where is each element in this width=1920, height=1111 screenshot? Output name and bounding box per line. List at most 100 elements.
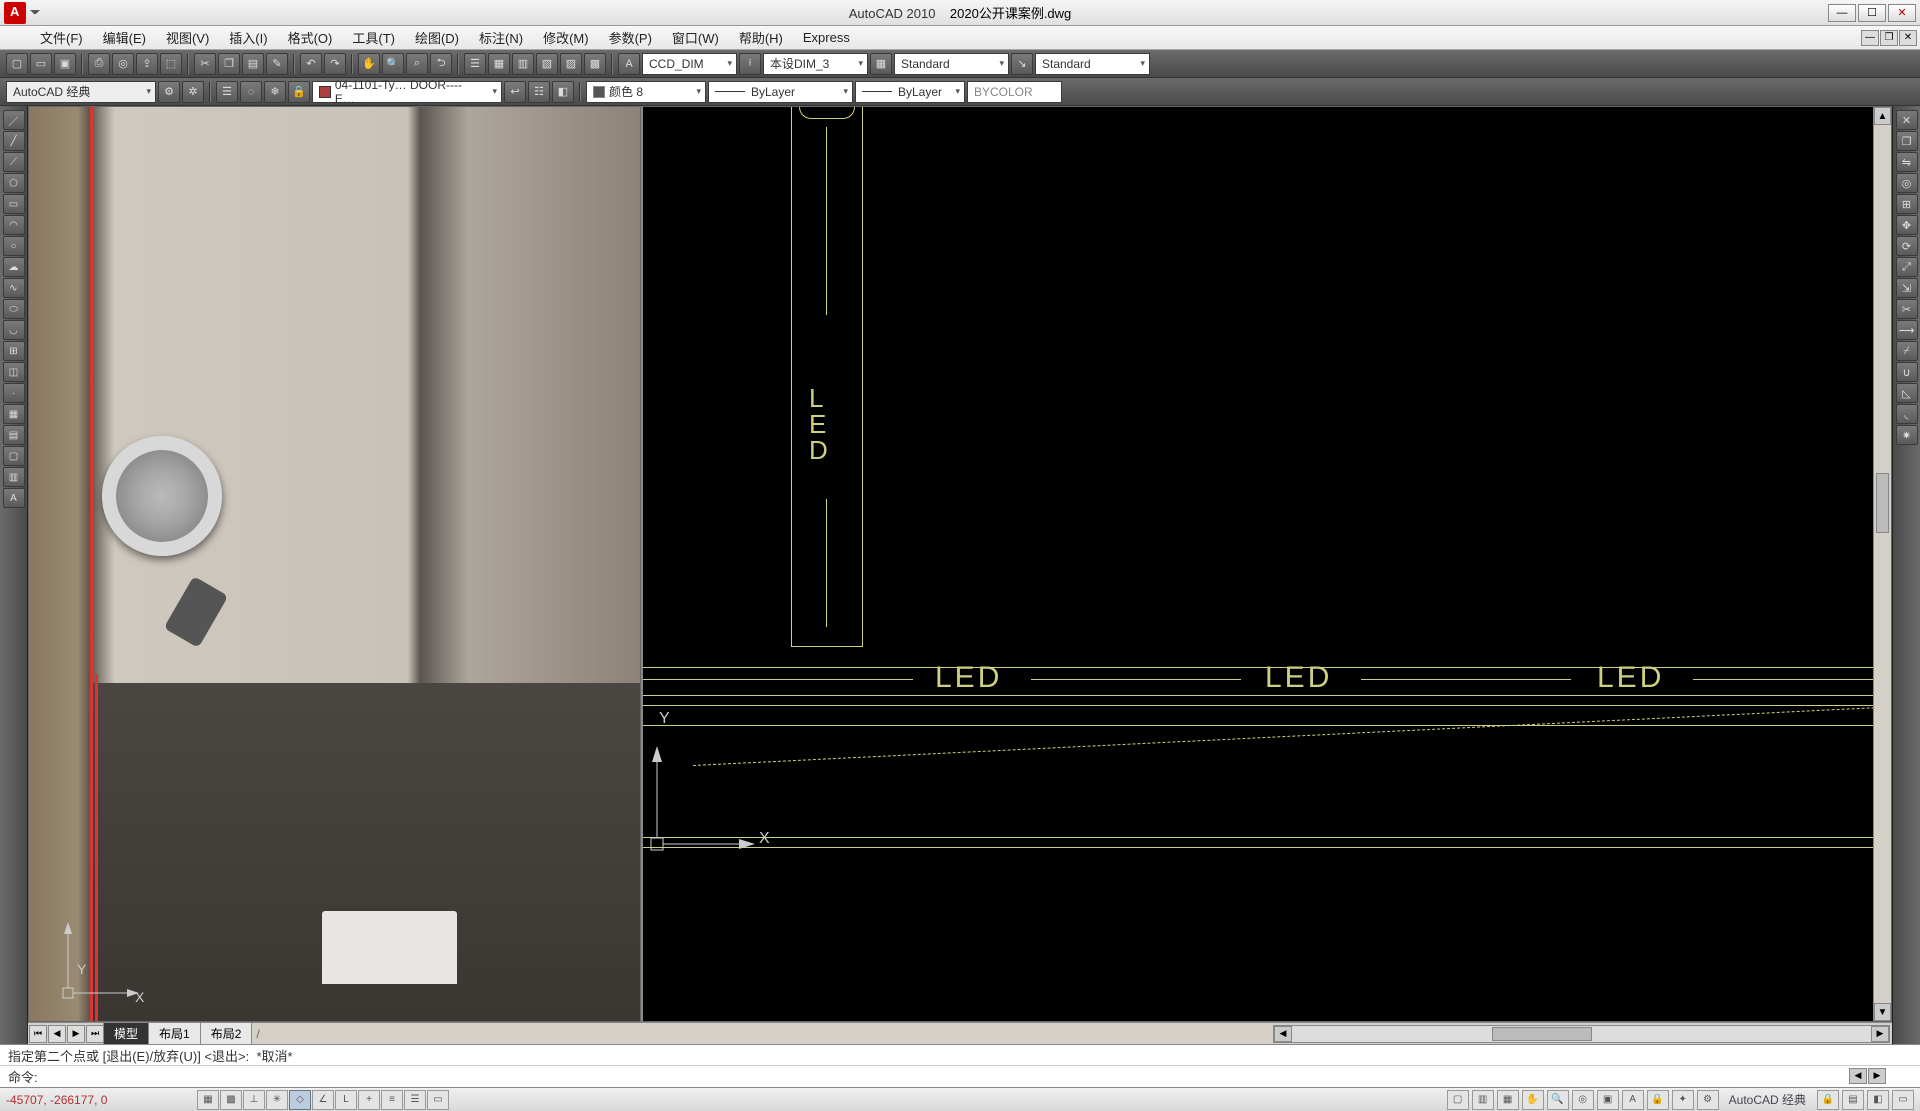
- polygon-icon[interactable]: ⬠: [3, 173, 25, 193]
- workspace-status-label[interactable]: AutoCAD 经典: [1721, 1091, 1814, 1108]
- menu-help[interactable]: 帮助(H): [729, 25, 793, 50]
- preview-icon[interactable]: ◎: [112, 53, 134, 75]
- undo-icon[interactable]: ↶: [300, 53, 322, 75]
- layer-dropdown[interactable]: 04-1101-Ty… DOOR---- E…: [312, 81, 502, 103]
- table-draw-icon[interactable]: ▥: [3, 467, 25, 487]
- publish-icon[interactable]: ⇪: [136, 53, 158, 75]
- menu-dimension[interactable]: 标注(N): [469, 25, 533, 50]
- annoscale-lock-icon[interactable]: 🔒: [1647, 1090, 1669, 1110]
- tab-last-button[interactable]: ⏭: [86, 1025, 104, 1043]
- tab-layout1[interactable]: 布局1: [148, 1022, 201, 1045]
- viewport-scrollbar-vertical[interactable]: ▲ ▼: [1873, 107, 1891, 1021]
- menu-format[interactable]: 格式(O): [278, 25, 343, 50]
- zoom-rt-icon[interactable]: 🔍: [382, 53, 404, 75]
- menu-insert[interactable]: 插入(I): [219, 25, 277, 50]
- quickcalc-icon[interactable]: ▩: [584, 53, 606, 75]
- layer-prev-icon[interactable]: ↩: [504, 81, 526, 103]
- revcloud-icon[interactable]: ☁: [3, 257, 25, 277]
- quickview-layouts-icon[interactable]: ▥: [1472, 1090, 1494, 1110]
- offset-icon[interactable]: ◎: [1896, 173, 1918, 193]
- rectangle-icon[interactable]: ▭: [3, 194, 25, 214]
- join-icon[interactable]: ∪: [1896, 362, 1918, 382]
- layer-lock-icon[interactable]: 🔒: [288, 81, 310, 103]
- plot-icon[interactable]: ⎙: [88, 53, 110, 75]
- paste-icon[interactable]: ▤: [242, 53, 264, 75]
- tab-model[interactable]: 模型: [103, 1022, 149, 1045]
- ducs-toggle[interactable]: L: [335, 1090, 357, 1110]
- pan-icon[interactable]: ✋: [358, 53, 380, 75]
- menu-window[interactable]: 窗口(W): [662, 25, 729, 50]
- fillet-icon[interactable]: ◟: [1896, 404, 1918, 424]
- properties-icon[interactable]: ☰: [464, 53, 486, 75]
- ellipse-icon[interactable]: ⬭: [3, 299, 25, 319]
- trim-icon[interactable]: ✂: [1896, 299, 1918, 319]
- menu-modify[interactable]: 修改(M): [533, 25, 599, 50]
- scroll-thumb[interactable]: [1876, 473, 1889, 533]
- layer-state-icon[interactable]: ☷: [528, 81, 550, 103]
- dim-icon[interactable]: ⟊: [739, 53, 761, 75]
- quickview-drawings-icon[interactable]: ▦: [1497, 1090, 1519, 1110]
- hardware-accel-icon[interactable]: ▤: [1842, 1090, 1864, 1110]
- textstyle-dropdown[interactable]: Standard: [894, 53, 1009, 75]
- gradient-icon[interactable]: ▤: [3, 425, 25, 445]
- zoom-win-icon[interactable]: ⌕: [406, 53, 428, 75]
- sheetset-icon[interactable]: ▧: [536, 53, 558, 75]
- lwt-toggle[interactable]: ≡: [381, 1090, 403, 1110]
- viewport-scrollbar-horizontal[interactable]: ◀ ▶: [1273, 1025, 1890, 1043]
- chamfer-icon[interactable]: ◺: [1896, 383, 1918, 403]
- spline-icon[interactable]: ∿: [3, 278, 25, 298]
- showmotion-icon[interactable]: ▣: [1597, 1090, 1619, 1110]
- grid-toggle[interactable]: ▩: [220, 1090, 242, 1110]
- move-icon[interactable]: ✥: [1896, 215, 1918, 235]
- mdi-close-button[interactable]: ✕: [1899, 30, 1917, 46]
- layer-freeze-icon[interactable]: ❄: [264, 81, 286, 103]
- cmd-scroll-right-icon[interactable]: ▶: [1868, 1068, 1886, 1084]
- menu-express[interactable]: Express: [793, 27, 860, 48]
- maximize-button[interactable]: ☐: [1858, 4, 1886, 22]
- close-button[interactable]: ✕: [1888, 4, 1916, 22]
- workspace-settings-icon[interactable]: ⚙: [158, 81, 180, 103]
- viewport-left[interactable]: Y X: [28, 106, 641, 1022]
- break-icon[interactable]: ⌿: [1896, 341, 1918, 361]
- isolate-icon[interactable]: ◧: [1867, 1090, 1889, 1110]
- block-icon[interactable]: ◫: [3, 362, 25, 382]
- hscroll-right-icon[interactable]: ▶: [1871, 1026, 1889, 1042]
- coordinates-readout[interactable]: -45707, -266177, 0: [6, 1093, 196, 1107]
- open-icon[interactable]: ▭: [30, 53, 52, 75]
- menu-edit[interactable]: 编辑(E): [93, 25, 156, 50]
- mirror-icon[interactable]: ⇋: [1896, 152, 1918, 172]
- markup-icon[interactable]: ▨: [560, 53, 582, 75]
- dyn-toggle[interactable]: +: [358, 1090, 380, 1110]
- menu-file[interactable]: 文件(F): [30, 25, 93, 50]
- dimstyle2-dropdown[interactable]: 本设DIM_3: [763, 53, 868, 75]
- arc-icon[interactable]: ◠: [3, 215, 25, 235]
- table-icon[interactable]: ▦: [870, 53, 892, 75]
- extend-icon[interactable]: ⟶: [1896, 320, 1918, 340]
- layer-on-icon[interactable]: ◌: [240, 81, 262, 103]
- annoscale-icon[interactable]: A: [1622, 1090, 1644, 1110]
- app-menu-chevron-icon[interactable]: [30, 10, 40, 20]
- tablestyle-dropdown[interactable]: Standard: [1035, 53, 1150, 75]
- hatch-icon[interactable]: ▦: [3, 404, 25, 424]
- osnap-toggle[interactable]: ◇: [289, 1090, 311, 1110]
- region-icon[interactable]: ▢: [3, 446, 25, 466]
- toolpalette-icon[interactable]: ▥: [512, 53, 534, 75]
- stretch-icon[interactable]: ⇲: [1896, 278, 1918, 298]
- workspace-dropdown[interactable]: AutoCAD 经典: [6, 81, 156, 103]
- matchprop-icon[interactable]: ✎: [266, 53, 288, 75]
- copy-icon[interactable]: ❐: [218, 53, 240, 75]
- tab-layout2[interactable]: 布局2: [200, 1022, 253, 1045]
- 3dprint-icon[interactable]: ⬚: [160, 53, 182, 75]
- menu-view[interactable]: 视图(V): [156, 25, 219, 50]
- dimstyle-dropdown[interactable]: CCD_DIM: [642, 53, 737, 75]
- point-icon[interactable]: ·: [3, 383, 25, 403]
- hscroll-left-icon[interactable]: ◀: [1274, 1026, 1292, 1042]
- zoom-status-icon[interactable]: 🔍: [1547, 1090, 1569, 1110]
- pline-icon[interactable]: ⟋: [3, 152, 25, 172]
- zoom-prev-icon[interactable]: ⮌: [430, 53, 452, 75]
- menu-tools[interactable]: 工具(T): [342, 25, 405, 50]
- menu-draw[interactable]: 绘图(D): [405, 25, 469, 50]
- modelspace-button[interactable]: ▢: [1447, 1090, 1469, 1110]
- copy2-icon[interactable]: ❐: [1896, 131, 1918, 151]
- snap-toggle[interactable]: ▦: [197, 1090, 219, 1110]
